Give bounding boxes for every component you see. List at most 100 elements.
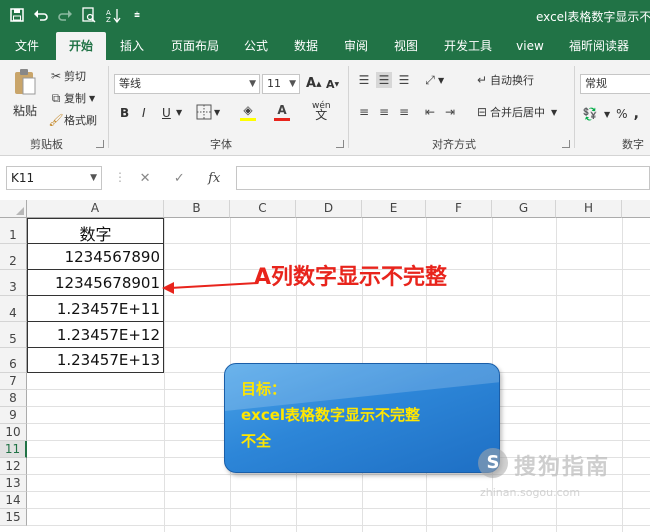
row-header[interactable]: 8: [0, 390, 27, 407]
select-all-corner[interactable]: [0, 200, 27, 218]
column-header-a[interactable]: A: [27, 200, 164, 218]
underline-button[interactable]: U: [162, 106, 171, 120]
font-color-button[interactable]: A: [274, 102, 290, 121]
column-header-f[interactable]: F: [426, 200, 492, 218]
shrink-font-button[interactable]: A ▼: [326, 78, 339, 91]
name-box[interactable]: K11 ▼: [6, 166, 102, 190]
align-left-icon[interactable]: ≡: [356, 104, 372, 120]
row-header[interactable]: 1: [0, 218, 27, 244]
clipboard-launcher-icon[interactable]: [96, 140, 104, 148]
tab-view[interactable]: 视图: [384, 32, 428, 60]
merge-center-label: 合并后居中: [490, 106, 545, 119]
chevron-down-icon[interactable]: ▼: [176, 108, 182, 117]
copy-button[interactable]: ⧉ 复制 ▼: [48, 90, 95, 106]
column-header-d[interactable]: D: [296, 200, 362, 218]
formula-bar-grip-icon: ⋮: [114, 170, 126, 184]
italic-button[interactable]: I: [142, 106, 146, 120]
table-row-border: [27, 347, 164, 348]
borders-button[interactable]: ▼: [196, 104, 220, 120]
cell-a5[interactable]: 1.23457E+12: [30, 326, 160, 344]
cell-a2[interactable]: 1234567890: [30, 248, 160, 266]
increase-indent-icon[interactable]: ⇥: [442, 104, 458, 120]
tab-file[interactable]: 文件: [6, 32, 48, 60]
cell-a3[interactable]: 12345678901: [30, 274, 160, 292]
column-header-b[interactable]: B: [164, 200, 230, 218]
save-icon[interactable]: [8, 5, 26, 25]
gridline: [27, 508, 650, 509]
redo-icon[interactable]: [56, 5, 74, 25]
tab-data[interactable]: 数据: [284, 32, 328, 60]
row-header[interactable]: 4: [0, 296, 27, 322]
cell-a1[interactable]: 数字: [27, 221, 164, 245]
row-header[interactable]: 7: [0, 373, 27, 390]
clipboard-group-label: 剪贴板: [30, 138, 63, 151]
row-header[interactable]: 12: [0, 458, 27, 475]
paste-button[interactable]: 粘贴: [10, 68, 40, 119]
font-size-select[interactable]: 11 ▼: [262, 74, 300, 94]
undo-icon[interactable]: [32, 5, 50, 25]
decrease-indent-icon[interactable]: ⇤: [422, 104, 438, 120]
column-header-i[interactable]: [622, 200, 650, 218]
alignment-launcher-icon[interactable]: [562, 140, 570, 148]
font-color-icon: A: [277, 103, 287, 117]
cell-a4[interactable]: 1.23457E+11: [30, 300, 160, 318]
cancel-icon[interactable]: ✕: [140, 171, 151, 186]
cell-a6[interactable]: 1.23457E+13: [30, 351, 160, 369]
percent-button[interactable]: %: [616, 107, 627, 121]
align-top-icon[interactable]: ☰: [356, 72, 372, 88]
row-header[interactable]: 5: [0, 322, 27, 348]
align-center-icon[interactable]: ≡: [376, 104, 392, 120]
format-painter-button[interactable]: 🖌 格式刷: [48, 112, 97, 128]
wrap-text-button[interactable]: ↵ 自动换行: [474, 72, 534, 88]
tab-formulas[interactable]: 公式: [234, 32, 278, 60]
print-preview-icon[interactable]: [80, 5, 98, 25]
separator: [348, 66, 349, 148]
align-middle-icon[interactable]: ☰: [376, 72, 392, 88]
column-header-c[interactable]: C: [230, 200, 296, 218]
chevron-down-icon: ▼: [214, 107, 221, 117]
grow-font-button[interactable]: A ▲: [306, 76, 321, 91]
tab-review[interactable]: 审阅: [334, 32, 378, 60]
cut-button[interactable]: ✂ 剪切: [48, 68, 86, 84]
row-header[interactable]: 13: [0, 475, 27, 492]
tab-developer[interactable]: 开发工具: [436, 32, 500, 60]
row-header-selected[interactable]: 11: [0, 441, 27, 458]
row-header[interactable]: 10: [0, 424, 27, 441]
column-header-g[interactable]: G: [492, 200, 556, 218]
tab-view-en[interactable]: view: [508, 32, 552, 60]
tab-foxit-reader[interactable]: 福昕阅读器: [562, 32, 636, 60]
orientation-button[interactable]: ⤢ ▼: [422, 72, 444, 88]
merge-center-button[interactable]: ⊟ 合并后居中 ▼: [474, 104, 557, 120]
column-header-h[interactable]: H: [556, 200, 622, 218]
align-bottom-icon[interactable]: ☰: [396, 72, 412, 88]
sort-icon[interactable]: AZ: [104, 5, 122, 25]
comma-button[interactable]: ,: [634, 106, 639, 122]
tab-home[interactable]: 开始: [56, 32, 106, 60]
row-header[interactable]: 3: [0, 270, 27, 296]
font-launcher-icon[interactable]: [336, 140, 344, 148]
row-header[interactable]: 9: [0, 407, 27, 424]
enter-icon[interactable]: ✓: [174, 171, 185, 186]
row-header[interactable]: 14: [0, 492, 27, 509]
insert-function-icon[interactable]: fx: [208, 171, 220, 186]
format-painter-label: 格式刷: [64, 114, 97, 127]
chevron-down-icon[interactable]: ▼: [604, 110, 610, 119]
formula-input[interactable]: [236, 166, 650, 190]
customize-icon[interactable]: ⩧: [128, 5, 146, 25]
chevron-down-icon: ▼: [551, 107, 558, 117]
phonetic-button[interactable]: wén 文: [312, 102, 331, 122]
fill-color-button[interactable]: ◈: [240, 102, 256, 121]
bold-button[interactable]: B: [120, 106, 129, 120]
align-right-icon[interactable]: ≡: [396, 104, 412, 120]
row-header[interactable]: 15: [0, 509, 27, 526]
tab-insert[interactable]: 插入: [110, 32, 154, 60]
accounting-format-icon[interactable]: 💱: [582, 106, 598, 122]
tab-page-layout[interactable]: 页面布局: [162, 32, 228, 60]
row-header[interactable]: 6: [0, 348, 27, 373]
column-header-e[interactable]: E: [362, 200, 426, 218]
table-row-border: [27, 269, 164, 270]
number-format-select[interactable]: 常规: [580, 74, 650, 94]
font-name-select[interactable]: 等线 ▼: [114, 74, 260, 94]
text-orientation-icon: ⤢: [425, 73, 435, 87]
row-header[interactable]: 2: [0, 244, 27, 270]
